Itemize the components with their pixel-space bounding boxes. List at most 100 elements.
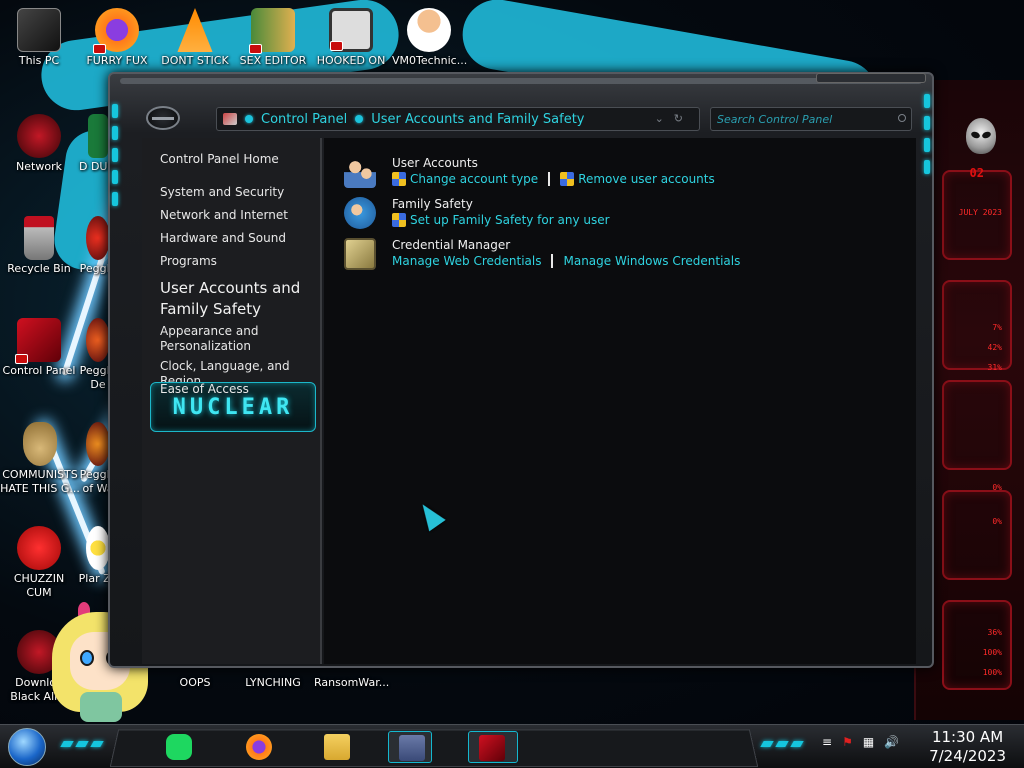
breadcrumb-control-panel[interactable]: Control Panel <box>261 112 347 127</box>
peggle-icon <box>86 216 110 260</box>
volume-icon[interactable]: 🔊 <box>884 735 899 749</box>
desktop-icon-label: Network <box>16 160 62 173</box>
desktop-icon-oops[interactable]: OOPS <box>158 676 232 690</box>
nav-network-and-internet[interactable]: Network and Internet <box>160 208 288 223</box>
widget-segment <box>942 490 1012 580</box>
change-account-type-link[interactable]: Change account type <box>392 172 538 186</box>
widget-number: 02 <box>969 166 984 180</box>
app-icon <box>88 114 108 158</box>
taskbar-app-firefox[interactable] <box>236 731 280 763</box>
desktop-icon-label: VM0Technic... <box>392 54 468 67</box>
flower-icon <box>86 526 110 570</box>
taskbar-apps-panel <box>109 729 759 768</box>
taskbar-app-spotify[interactable] <box>156 731 200 763</box>
breadcrumb-user-accounts[interactable]: User Accounts and Family Safety <box>371 112 584 127</box>
set-up-family-safety-link[interactable]: Set up Family Safety for any user <box>392 213 610 227</box>
desktop-icon-label: LYNCHING <box>245 676 301 689</box>
link-text: Set up Family Safety for any user <box>410 213 610 227</box>
desktop-icon-ransomware[interactable]: RansomWar... <box>314 676 389 690</box>
widget-date: JULY 2023 <box>958 208 1002 217</box>
category-title[interactable]: Credential Manager <box>392 238 510 252</box>
taskbar-clock[interactable]: 11:30 AM 7/24/2023 <box>929 728 1006 766</box>
search-icon <box>898 114 906 122</box>
navigation-pane: Control Panel Home System and Security N… <box>142 138 322 664</box>
desktop-icon-dont-stick[interactable]: DONT STICK <box>158 8 232 68</box>
link-divider <box>548 172 551 186</box>
action-center-flag-icon[interactable]: ⚑ <box>842 735 853 749</box>
desktop-icon-label: COMMUNISTS HATE THIS G... <box>0 468 80 495</box>
desktop-icon-hooked-on[interactable]: HOOKED ON <box>314 8 388 68</box>
widget-percent: 31% <box>987 363 1002 372</box>
window-left-accent <box>112 104 118 624</box>
clock-time: 11:30 AM <box>931 728 1004 746</box>
search-input[interactable] <box>711 108 911 131</box>
taskbar-app-explorer[interactable] <box>314 731 358 763</box>
content-pane: User Accounts Change account type Remove… <box>324 138 916 664</box>
category-links: Set up Family Safety for any user <box>392 213 610 227</box>
control-panel-icon <box>479 735 505 761</box>
manage-web-credentials-link[interactable]: Manage Web Credentials <box>392 254 541 268</box>
family-safety-icon[interactable] <box>344 197 376 229</box>
show-desktop-icon[interactable]: ≡ <box>822 735 832 749</box>
nav-ease-of-access[interactable]: Ease of Access <box>160 382 249 397</box>
manage-windows-credentials-link[interactable]: Manage Windows Credentials <box>563 254 740 268</box>
desktop-icon-label: Recycle Bin <box>7 262 71 275</box>
desktop-icon-label: FURRY FUX <box>86 54 148 67</box>
widget-percent: 7% <box>992 323 1002 332</box>
breadcrumb-separator-icon <box>355 115 364 123</box>
desktop-icon-lynching[interactable]: LYNCHING <box>236 676 310 690</box>
desktop-icon-furry-fux[interactable]: FURRY FUX <box>80 8 154 68</box>
category-links: Manage Web Credentials Manage Windows Cr… <box>392 254 740 268</box>
start-button[interactable] <box>8 728 46 766</box>
nav-user-accounts-current[interactable]: User Accounts and Family Safety <box>160 278 310 320</box>
desktop-icon-network[interactable]: Network <box>2 114 76 174</box>
refresh-icon[interactable]: ⌄↻ <box>655 112 693 125</box>
firefox-icon <box>93 8 139 54</box>
users-icon[interactable] <box>344 156 376 188</box>
breadcrumb-separator-icon <box>245 115 253 123</box>
nav-hardware-and-sound[interactable]: Hardware and Sound <box>160 231 286 246</box>
nav-system-and-security[interactable]: System and Security <box>160 185 284 200</box>
clock-date: 7/24/2023 <box>929 747 1006 765</box>
category-links: Change account type Remove user accounts <box>392 172 715 186</box>
shield-icon <box>560 172 575 186</box>
desktop-icon-label: OOPS <box>179 676 211 689</box>
desktop-icon-chuzzin-cum[interactable]: CHUZZIN CUM <box>2 526 76 600</box>
nav-programs[interactable]: Programs <box>160 254 217 269</box>
firefox-icon <box>246 734 272 760</box>
link-divider <box>551 254 554 268</box>
control-panel-icon <box>15 318 61 364</box>
vault-icon[interactable] <box>344 238 376 270</box>
nav-appearance[interactable]: Appearance and Personalization <box>160 324 300 354</box>
window-icon <box>399 735 425 761</box>
window-caption-buttons[interactable] <box>816 73 926 83</box>
link-text: Change account type <box>410 172 539 186</box>
network-icon[interactable]: ▦ <box>863 735 874 749</box>
category-title[interactable]: User Accounts <box>392 156 478 170</box>
remove-user-accounts-link[interactable]: Remove user accounts <box>560 172 715 186</box>
taskbar-app-control-panel[interactable] <box>388 731 432 763</box>
desktop-icon-control-panel[interactable]: Control Panel <box>2 318 76 378</box>
link-text: Remove user accounts <box>578 172 715 186</box>
desktop-icon-label: DONT STICK <box>161 54 229 67</box>
desktop-icon-recycle-bin[interactable]: Recycle Bin <box>2 216 76 276</box>
desktop-icon-label: SEX EDITOR <box>239 54 307 67</box>
widget-percent: 0% <box>992 483 1002 492</box>
search-box[interactable] <box>710 107 912 131</box>
desktop-icon-sex-editor[interactable]: SEX EDITOR <box>236 8 310 68</box>
back-forward-icon[interactable] <box>146 106 180 130</box>
alienware-logo-icon <box>966 118 996 154</box>
address-bar[interactable]: Control Panel User Accounts and Family S… <box>216 107 700 131</box>
window-right-accent <box>924 94 930 614</box>
desktop-icon-vm0technic[interactable]: VM0Technic... <box>392 8 468 68</box>
money-bag-icon <box>23 422 57 466</box>
network-globe-icon <box>17 114 61 158</box>
vlc-cone-icon <box>177 8 213 52</box>
nav-control-panel-home[interactable]: Control Panel Home <box>160 152 279 167</box>
desktop-icon-communists[interactable]: COMMUNISTS HATE THIS G... <box>0 422 80 496</box>
desktop-icon-this-pc[interactable]: This PC <box>2 8 76 68</box>
widget-percent: 100% <box>982 648 1002 657</box>
widget-percent: 100% <box>982 668 1002 677</box>
category-title[interactable]: Family Safety <box>392 197 473 211</box>
taskbar-app-control-panel-red[interactable] <box>468 731 518 763</box>
